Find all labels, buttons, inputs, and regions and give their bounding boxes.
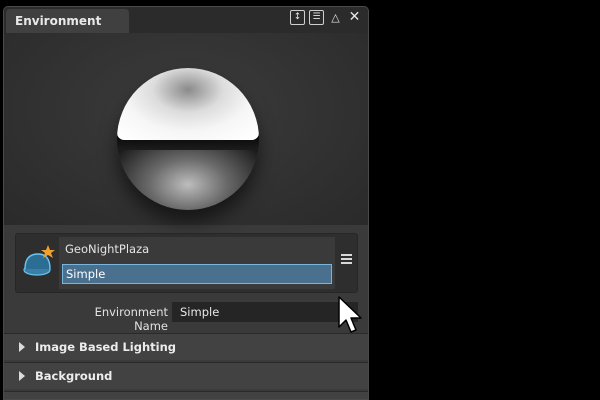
section-background[interactable]: Background — [4, 362, 368, 389]
collapsed-triangle-icon — [19, 371, 25, 381]
panel-title-tab[interactable]: Environment Editor — [6, 9, 129, 52]
environment-preview[interactable] — [4, 33, 368, 225]
resize-vertical-icon[interactable]: ↕ — [290, 10, 305, 25]
section-image-based-lighting[interactable]: Image Based Lighting — [4, 333, 368, 360]
environment-selector: GeoNightPlaza Simple — [15, 233, 358, 293]
section-partial[interactable] — [4, 391, 368, 399]
environment-editor-panel: Environment Editor ↕ ☰ △ ✕ GeoNightPlaza… — [3, 6, 369, 400]
environment-dome-star-icon — [23, 245, 55, 276]
preview-sphere — [117, 68, 259, 210]
list-item-geonightplaza[interactable]: GeoNightPlaza — [62, 240, 332, 258]
environment-list: GeoNightPlaza Simple — [59, 237, 335, 289]
hamburger-menu-icon[interactable] — [340, 254, 354, 268]
list-menu-icon[interactable]: ☰ — [309, 10, 324, 25]
section-label: Image Based Lighting — [35, 340, 177, 354]
collapsed-triangle-icon — [19, 342, 25, 352]
environment-name-label: Environment Name — [94, 305, 168, 333]
close-icon[interactable]: ✕ — [347, 10, 362, 25]
title-bar-controls: ↕ ☰ △ ✕ — [290, 10, 362, 25]
mouse-cursor-icon — [338, 296, 362, 333]
section-label: Background — [35, 369, 113, 383]
environment-name-input[interactable] — [172, 302, 358, 322]
list-item-simple[interactable]: Simple — [62, 264, 332, 284]
title-bar: Environment Editor ↕ ☰ △ ✕ — [4, 7, 368, 52]
triangle-up-icon[interactable]: △ — [328, 10, 343, 25]
